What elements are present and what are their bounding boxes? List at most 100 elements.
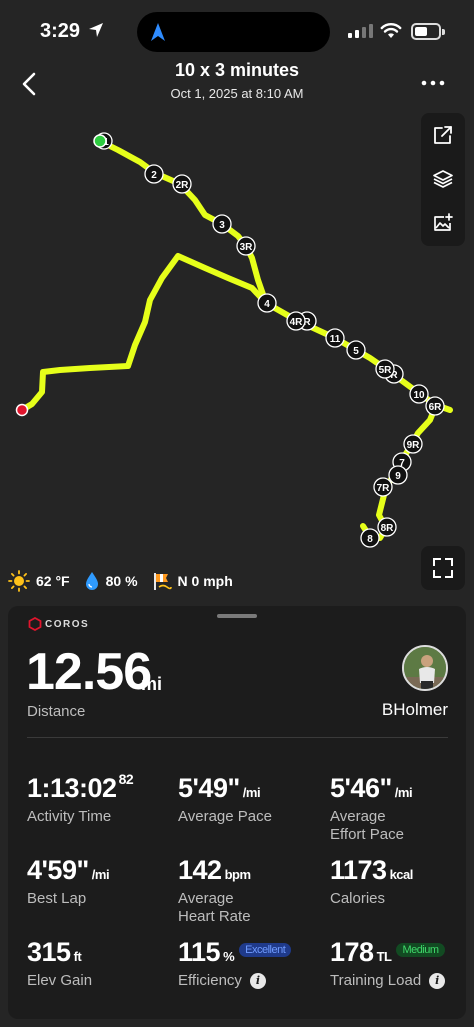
training-load-info-icon[interactable]: i (429, 973, 446, 989)
svg-text:5: 5 (353, 346, 359, 357)
temperature-value: 62 °F (36, 573, 70, 589)
svg-text:3R: 3R (240, 242, 254, 253)
layers-icon (433, 170, 453, 188)
lap-marker: 9R (403, 434, 423, 454)
route-start-marker (93, 134, 107, 148)
navigation-arrow-icon (151, 23, 165, 41)
wifi-icon (380, 23, 402, 38)
training-load-unit: TL (376, 949, 392, 964)
svg-text:4: 4 (264, 299, 270, 310)
training-load-label: Training Load (330, 972, 422, 989)
stat-efficiency: 115% Excellent Efficiency i (178, 937, 292, 990)
activity-time-hundredths: 82 (118, 771, 134, 787)
stat-training-load: 178 TL Medium Training Load i (330, 937, 446, 990)
elev-gain-value: 315 (27, 937, 71, 967)
best-lap-label: Best Lap (27, 890, 87, 907)
distance-value: 12.56 (26, 643, 152, 701)
coros-logo: COROS (28, 617, 89, 631)
drag-handle[interactable] (217, 614, 257, 618)
username[interactable]: BHolmer (300, 700, 448, 720)
average-pace-label: Average Pace (178, 808, 272, 825)
stat-activity-time: 1:13:02 82 Activity Time (27, 771, 134, 826)
stat-calories: 1173 kcal Calories (330, 855, 413, 908)
lap-markers: 2 2R 3 3R 4 R 4R 11 5 R 5R 10 6R 9R 7 9 … (95, 132, 445, 548)
svg-text:9R: 9R (407, 440, 421, 451)
calories-value: 1173 (330, 855, 387, 885)
svg-text:11: 11 (330, 334, 341, 345)
lap-marker: 6R (425, 396, 445, 416)
efficiency-info-icon[interactable]: i (249, 973, 266, 989)
share-button[interactable] (421, 113, 465, 157)
dynamic-island (137, 12, 330, 52)
add-photo-button[interactable] (421, 201, 465, 245)
calories-unit: kcal (389, 867, 414, 882)
wind-flag-icon (153, 573, 172, 590)
stat-best-lap: 4'59"/mi Best Lap (27, 855, 110, 908)
humidity-item: 80 % (84, 571, 138, 591)
lap-marker: 3 (212, 214, 232, 234)
activity-date: Oct 1, 2025 at 8:10 AM (170, 86, 304, 101)
elev-gain-label: Elev Gain (27, 972, 93, 989)
lap-marker: 2 (144, 164, 164, 184)
distance-unit: mi (141, 674, 163, 694)
svg-text:4R: 4R (290, 317, 304, 328)
distance-label: Distance (27, 703, 86, 720)
fullscreen-button[interactable] (421, 546, 465, 590)
more-options-button[interactable] (418, 73, 448, 93)
best-lap-unit: /mi (91, 867, 110, 882)
stat-effort-pace: 5'46"/mi Average Effort Pace (330, 773, 413, 844)
lap-marker: 5 (346, 340, 366, 360)
divider (27, 737, 448, 738)
stat-average-pace: 5'49"/mi Average Pace (178, 773, 272, 826)
svg-text:6R: 6R (429, 402, 443, 413)
humidity-value: 80 % (105, 573, 138, 589)
lap-marker: 7R (373, 477, 393, 497)
lap-marker: 4R (286, 311, 306, 331)
lap-marker: 4 (257, 293, 277, 313)
wind-value: N 0 mph (177, 573, 233, 589)
average-pace-value: 5'49" (178, 773, 240, 803)
activity-time-value: 1:13:02 (27, 773, 117, 803)
coros-logo-icon (28, 617, 42, 631)
best-lap-value: 4'59" (27, 855, 89, 885)
avatar[interactable] (402, 645, 448, 691)
lap-marker: 8 (360, 528, 380, 548)
efficiency-value: 115 (178, 937, 221, 967)
calories-label: Calories (330, 890, 386, 907)
lap-marker: 9 (388, 465, 408, 485)
elev-gain-unit: ft (73, 949, 82, 964)
lap-marker: 3R (236, 236, 256, 256)
fullscreen-icon (433, 558, 453, 578)
lap-marker: 5R (375, 359, 395, 379)
map-layers-button[interactable] (421, 157, 465, 201)
temperature-item: 62 °F (8, 570, 70, 592)
efficiency-label: Efficiency (178, 972, 242, 989)
heart-rate-label-line2: Heart Rate (178, 908, 251, 925)
svg-text:8: 8 (367, 534, 373, 545)
lap-marker: 11 (325, 328, 345, 348)
average-pace-unit: /mi (242, 785, 261, 800)
share-icon (434, 126, 452, 144)
lap-marker: 8R (377, 517, 397, 537)
brand-name: COROS (45, 618, 90, 630)
page-title: 10 x 3 minutes (174, 60, 300, 80)
efficiency-unit: % (223, 949, 235, 964)
effort-pace-unit: /mi (394, 785, 413, 800)
battery-icon (411, 23, 445, 40)
route-map[interactable]: 2 2R 3 3R 4 R 4R 11 5 R 5R 10 6R 9R 7 9 … (0, 110, 474, 600)
location-arrow-icon (89, 23, 103, 37)
efficiency-badge: Excellent (239, 942, 292, 957)
effort-pace-value: 5'46" (330, 773, 392, 803)
humidity-drop-icon (85, 572, 98, 590)
lap-marker: 10 (409, 384, 429, 404)
map-toolbar (421, 113, 465, 246)
stat-heart-rate: 142 bpm Average Heart Rate (178, 855, 251, 926)
lap-marker: 2R (172, 174, 192, 194)
wind-item: N 0 mph (152, 571, 233, 591)
status-time: 3:29 (40, 20, 81, 42)
svg-text:3: 3 (219, 220, 225, 231)
svg-text:7R: 7R (377, 483, 391, 494)
image-add-icon (434, 213, 453, 231)
route-end-marker (15, 403, 29, 417)
cellular-signal-icon (348, 24, 373, 38)
